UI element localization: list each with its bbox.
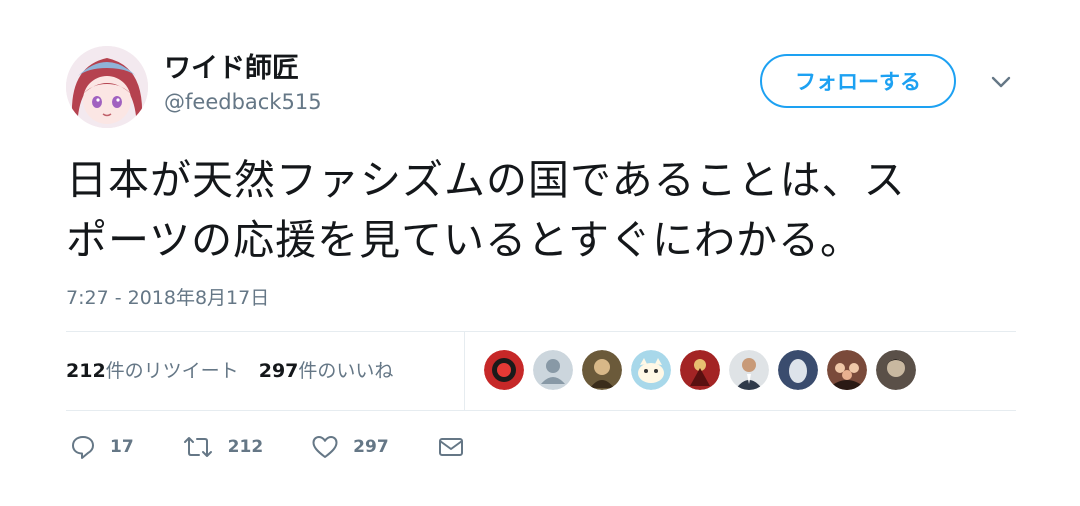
divider-bottom xyxy=(66,410,1016,411)
retweet-count: 212 xyxy=(66,360,106,382)
like-stat-label: 件のいいね xyxy=(298,360,394,382)
like-button[interactable]: 297 xyxy=(311,434,389,460)
liker-avatar-egg[interactable] xyxy=(778,350,818,390)
heart-icon xyxy=(312,436,338,458)
user-handle[interactable]: @feedback515 xyxy=(164,90,322,114)
retweet-action-count: 212 xyxy=(227,437,264,457)
tweet-stats: 212件のリツイート 297件のいいね xyxy=(66,356,407,383)
divider-top xyxy=(66,331,1016,332)
reply-count: 17 xyxy=(110,437,134,457)
like-stat[interactable]: 297件のいいね xyxy=(259,360,394,382)
tweet-text-line-1: 日本が天然ファシズムの国であることは、ス xyxy=(66,156,906,204)
chevron-down-icon[interactable] xyxy=(986,70,1016,94)
liker-avatar-red-logo[interactable] xyxy=(484,350,524,390)
liker-avatar-person-suit[interactable] xyxy=(729,350,769,390)
reply-icon xyxy=(72,436,94,459)
liker-avatar-group[interactable] xyxy=(827,350,867,390)
envelope-icon xyxy=(438,438,463,456)
direct-message-button[interactable] xyxy=(437,434,479,460)
like-action-count: 297 xyxy=(353,437,389,457)
retweet-stat-label: 件のリツイート xyxy=(105,360,239,382)
user-avatar[interactable] xyxy=(66,46,148,128)
tweet-text-line-2: ポーツの応援を見ているとすぐにわかる。 xyxy=(66,216,862,264)
reply-button[interactable]: 17 xyxy=(70,434,134,460)
follow-button[interactable]: フォローする xyxy=(760,54,956,108)
liker-avatar-default[interactable] xyxy=(533,350,573,390)
display-name[interactable]: ワイド師匠 xyxy=(164,46,299,85)
action-bar: 17 212 297 xyxy=(70,432,527,462)
like-count: 297 xyxy=(258,360,299,382)
likers-list xyxy=(484,350,925,392)
liker-avatar-cat-mascot[interactable] xyxy=(631,350,671,390)
retweet-stat[interactable]: 212件のリツイート xyxy=(66,360,239,382)
liker-avatar-dark-character[interactable] xyxy=(876,350,916,390)
tweet-timestamp[interactable]: 7:27 - 2018年8月17日 xyxy=(66,283,269,310)
stats-divider xyxy=(464,332,465,411)
tweet-text: 日本が天然ファシズムの国であることは、ス ポーツの応援を見ているとすぐにわかる。 xyxy=(66,150,1006,270)
retweet-button[interactable]: 212 xyxy=(182,434,264,460)
retweet-icon xyxy=(183,437,212,457)
liker-avatar-red-figure[interactable] xyxy=(680,350,720,390)
liker-avatar-character[interactable] xyxy=(582,350,622,390)
